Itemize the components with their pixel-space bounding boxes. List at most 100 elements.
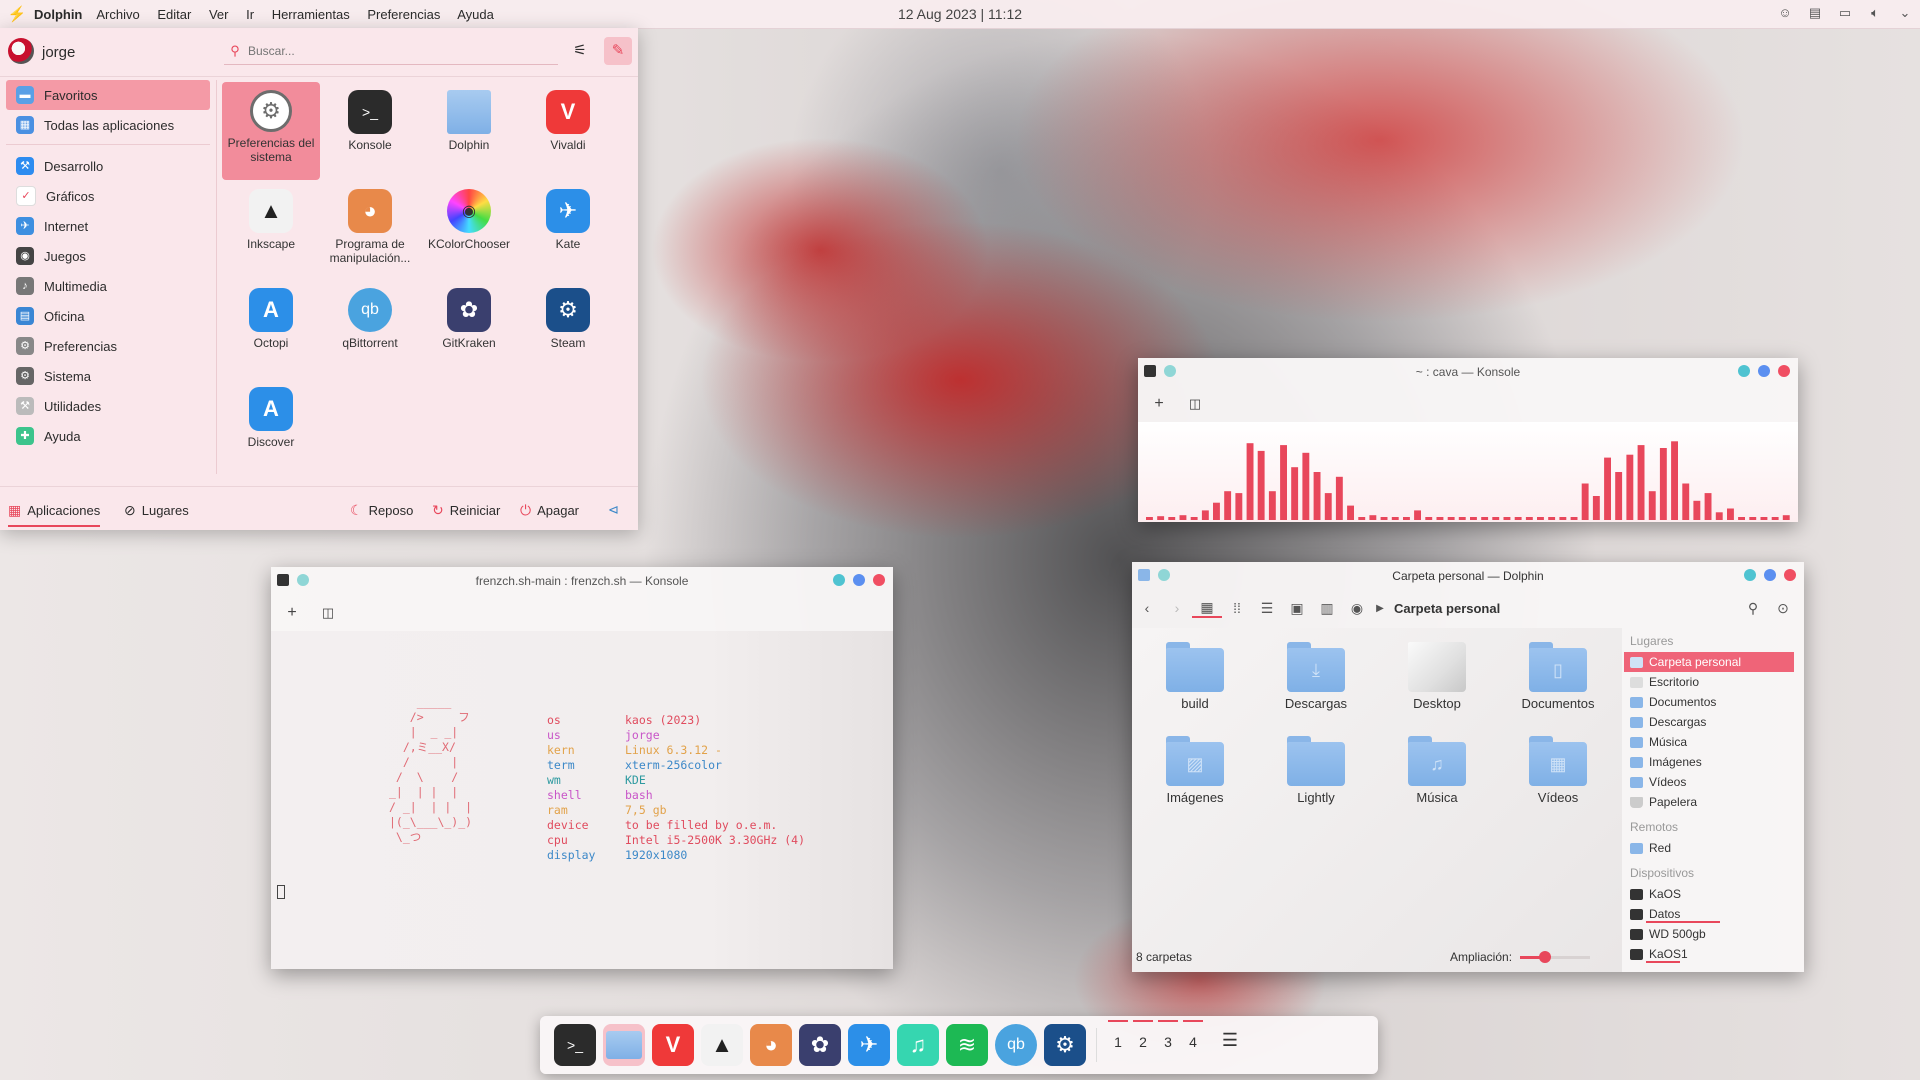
dock-music-icon[interactable]: ♫ [897,1024,939,1066]
category-sistema[interactable]: ⚙ Sistema [6,361,210,391]
place-escritorio[interactable]: Escritorio [1624,672,1794,692]
desktop-1[interactable]: 1 [1106,1034,1130,1050]
split-view-icon[interactable]: ◫ [315,601,341,625]
shutdown-button[interactable]: ⏻ Apagar [520,495,579,525]
split-view-icon[interactable]: ◫ [1182,392,1208,416]
search-box[interactable]: ⚲ [224,38,558,65]
folder-item[interactable]: Desktop [1382,642,1492,711]
show-hidden-icon[interactable]: ◉ [1342,600,1372,617]
folder-item[interactable]: ♫ Música [1382,736,1492,805]
search-input[interactable] [246,43,540,59]
app-tile-gimp[interactable]: ◕ Programa de manipulación... [321,181,419,279]
leave-menu-icon[interactable]: ⊲ [608,495,619,525]
app-tile-discover[interactable]: A Discover [222,379,320,477]
breadcrumb[interactable]: Carpeta personal [1394,601,1500,616]
tab-aplicaciones[interactable]: ▦ Aplicaciones [8,495,101,527]
dock-konsole-icon[interactable]: >_ [554,1024,596,1066]
category-internet[interactable]: ✈ Internet [6,211,210,241]
place-red[interactable]: Red [1624,838,1794,858]
menu-lines-icon[interactable]: ☰ [1218,1030,1242,1051]
app-tile-inkscape[interactable]: ▲ Inkscape [222,181,320,279]
category-graficos[interactable]: ✓ Gráficos [6,181,210,211]
desktop-2[interactable]: 2 [1131,1034,1155,1050]
folder-view[interactable]: build ⤓ Descargas Desktop ▯ Documentos ▨… [1132,628,1622,972]
folder-item[interactable]: Lightly [1261,736,1371,805]
minimize-button[interactable] [1738,365,1750,377]
compact-view-icon[interactable]: ⁞⁞ [1222,600,1252,616]
place-carpeta-personal[interactable]: Carpeta personal [1624,652,1794,672]
menu-herramientas[interactable]: Herramientas [272,7,350,22]
dock-kate-icon[interactable]: ✈ [848,1024,890,1066]
close-button[interactable] [873,574,885,586]
window-titlebar[interactable]: frenzch.sh-main : frenzch.sh — Konsole [271,567,893,595]
app-tile-dolphin[interactable]: Dolphin [420,82,518,180]
folder-item[interactable]: ▦ Vídeos [1503,736,1613,805]
forward-icon[interactable]: › [1162,600,1192,616]
folder-item[interactable]: ▨ Imágenes [1140,736,1250,805]
device-wd500[interactable]: WD 500gb [1624,924,1794,944]
tab-lugares[interactable]: ⊘ Lugares [124,495,189,525]
icons-view-icon[interactable]: ▦ [1192,599,1222,618]
chevron-down-icon[interactable]: ⌄ [1896,4,1914,22]
clipboard-icon[interactable]: ▤ [1806,4,1824,22]
close-button[interactable] [1778,365,1790,377]
place-descargas[interactable]: Descargas [1624,712,1794,732]
app-tile-qbittorrent[interactable]: qb qBittorrent [321,280,419,378]
place-videos[interactable]: Vídeos [1624,772,1794,792]
maximize-button[interactable] [1758,365,1770,377]
category-todas[interactable]: ▦ Todas las aplicaciones [6,110,210,140]
dock-gitkraken-icon[interactable]: ✿ [799,1024,841,1066]
menu-ir[interactable]: Ir [246,7,254,22]
menu-archivo[interactable]: Archivo [96,7,139,22]
pin-icon[interactable]: ✎ [604,37,632,65]
volume-icon[interactable]: 🔈︎ [1866,4,1884,22]
preview-icon[interactable]: ▣ [1282,600,1312,617]
app-tile-octopi[interactable]: A Octopi [222,280,320,378]
app-tile-kcolorchooser[interactable]: ◉ KColorChooser [420,181,518,279]
dock-spotify-icon[interactable]: ≋ [946,1024,988,1066]
keep-above-icon[interactable] [297,574,309,586]
place-papelera[interactable]: Papelera [1624,792,1794,812]
folder-item[interactable]: ▯ Documentos [1503,642,1613,711]
window-titlebar[interactable]: Carpeta personal — Dolphin [1132,562,1804,590]
menu-ver[interactable]: Ver [209,7,229,22]
app-tile-steam[interactable]: ⚙ Steam [519,280,617,378]
minimize-button[interactable] [1744,569,1756,581]
dock-gimp-icon[interactable]: ◕ [750,1024,792,1066]
maximize-button[interactable] [853,574,865,586]
avatar[interactable] [8,38,34,64]
sleep-button[interactable]: ☾ Reposo [350,495,413,525]
place-imagenes[interactable]: Imágenes [1624,752,1794,772]
folder-item[interactable]: ⤓ Descargas [1261,642,1371,711]
minimize-button[interactable] [833,574,845,586]
dock-steam-icon[interactable]: ⚙ [1044,1024,1086,1066]
category-juegos[interactable]: ◉ Juegos [6,241,210,271]
restart-button[interactable]: ↻ Reiniciar [432,495,500,525]
dock-qbittorrent-icon[interactable]: qb [995,1024,1037,1066]
place-musica[interactable]: Música [1624,732,1794,752]
desktop-3[interactable]: 3 [1156,1034,1180,1050]
category-favoritos[interactable]: ▬ Favoritos [6,80,210,110]
more-options-icon[interactable]: ⊙ [1768,600,1798,617]
configure-icon[interactable]: ⚟ [566,37,594,65]
new-tab-icon[interactable]: + [279,601,305,625]
dolphin-app-icon[interactable] [1138,569,1150,581]
place-documentos[interactable]: Documentos [1624,692,1794,712]
device-datos[interactable]: Datos [1624,904,1794,924]
category-oficina[interactable]: ▤ Oficina [6,301,210,331]
device-kaos1[interactable]: KaOS1 [1624,944,1794,964]
category-multimedia[interactable]: ♪ Multimedia [6,271,210,301]
dock-inkscape-icon[interactable]: ▲ [701,1024,743,1066]
app-tile-kate[interactable]: ✈ Kate [519,181,617,279]
desktop-4[interactable]: 4 [1181,1034,1205,1050]
category-ayuda[interactable]: ✚ Ayuda [6,421,210,451]
app-tile-konsole[interactable]: >_ Konsole [321,82,419,180]
konsole-app-icon[interactable] [1144,365,1156,377]
menu-preferencias[interactable]: Preferencias [367,7,440,22]
zoom-slider-handle[interactable] [1538,950,1551,963]
display-icon[interactable]: ▭ [1836,4,1854,22]
menu-ayuda[interactable]: Ayuda [457,7,494,22]
maximize-button[interactable] [1764,569,1776,581]
ghost-icon[interactable]: ☺ [1776,4,1794,22]
search-icon[interactable]: ⚲ [1738,600,1768,617]
